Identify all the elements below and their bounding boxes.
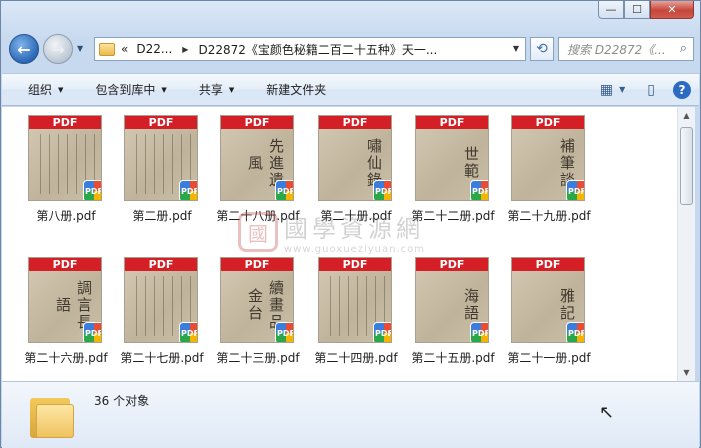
pdf-label: PDF — [125, 116, 197, 129]
file-item[interactable]: PDF PDF 第二十七册.pdf — [102, 249, 204, 369]
scroll-thumb[interactable] — [680, 127, 693, 205]
pdf-thumbnail: PDF PDF — [28, 115, 102, 201]
vertical-scrollbar[interactable]: ▲ ▼ — [677, 107, 695, 381]
chevron-down-icon: ▼ — [161, 85, 167, 94]
explorer-window: — ☐ ✕ ← → ▼ « D22... ▶ D22872《宝颜色秘籍二百二十五… — [0, 0, 701, 448]
pdf-app-icon: PDF — [275, 180, 293, 200]
new-folder-label: 新建文件夹 — [266, 83, 327, 97]
watermark-name: 國學資源網 — [284, 215, 424, 243]
chevron-down-icon: ▼ — [228, 85, 235, 94]
pdf-app-icon: PDF — [179, 180, 197, 200]
pdf-label: PDF — [125, 258, 197, 271]
pdf-thumbnail: PDF 續畫品 金台 PDF — [220, 257, 294, 343]
pdf-app-icon: PDF — [566, 322, 584, 342]
file-item[interactable]: PDF 海語 PDF 第二十五册.pdf — [393, 249, 495, 369]
pdf-thumbnail: PDF PDF — [318, 257, 392, 343]
chevron-down-icon: ▼ — [58, 85, 64, 94]
pdf-app-icon: PDF — [566, 180, 584, 200]
include-in-library-menu[interactable]: 包含到库中 ▼ — [75, 74, 178, 105]
watermark: 國 國學資源網 www.guoxueziyuan.com — [238, 209, 425, 255]
maximize-button[interactable]: ☐ — [624, 1, 650, 19]
watermark-url: www.guoxueziyuan.com — [284, 244, 425, 255]
pdf-label: PDF — [512, 116, 584, 129]
watermark-seal-icon: 國 — [238, 212, 278, 252]
file-item[interactable]: PDF 續畫品 金台 PDF 第二十三册.pdf — [198, 249, 300, 369]
pdf-thumbnail: PDF 海語 PDF — [415, 257, 489, 343]
pdf-label: PDF — [221, 258, 293, 271]
forward-button[interactable]: → — [43, 34, 73, 64]
minimize-button[interactable]: — — [598, 1, 624, 19]
scroll-up-icon[interactable]: ▲ — [678, 107, 695, 124]
pdf-label: PDF — [416, 116, 488, 129]
new-folder-button[interactable]: 新建文件夹 — [246, 74, 338, 105]
caption-buttons: — ☐ ✕ — [598, 1, 694, 19]
address-overflow-chevron[interactable]: « — [121, 42, 128, 56]
mouse-cursor-icon: ↖ — [599, 402, 615, 423]
pdf-thumbnail: PDF 調言長語 PDF — [28, 257, 102, 343]
file-item[interactable]: PDF 調言長語 PDF 第二十六册.pdf — [6, 249, 108, 369]
pdf-app-icon: PDF — [83, 180, 101, 200]
file-name: 第二十九册.pdf — [507, 209, 591, 223]
pdf-label: PDF — [221, 116, 293, 129]
pdf-app-icon: PDF — [179, 322, 197, 342]
pdf-thumbnail: PDF 世範 PDF — [415, 115, 489, 201]
address-dropdown-icon[interactable]: ▼ — [513, 44, 519, 53]
scroll-down-icon[interactable]: ▼ — [678, 364, 695, 381]
refresh-button[interactable]: ⟲ — [530, 37, 554, 61]
recent-pages-chevron-icon[interactable]: ▼ — [77, 44, 83, 53]
pdf-label: PDF — [319, 116, 391, 129]
folder-icon — [99, 42, 115, 56]
pdf-label: PDF — [416, 258, 488, 271]
change-view-icon[interactable]: ▦ — [600, 82, 613, 98]
search-input[interactable]: 搜索 D22872《... ⌕ — [558, 37, 694, 61]
help-icon[interactable]: ? — [673, 80, 691, 99]
search-placeholder: 搜索 D22872《... — [567, 42, 666, 57]
pdf-app-icon: PDF — [83, 322, 101, 342]
file-name: 第二十一册.pdf — [507, 351, 591, 365]
breadcrumb-parent[interactable]: D22... — [136, 42, 172, 56]
pdf-thumbnail: PDF 補筆談 PDF — [511, 115, 585, 201]
pdf-app-icon: PDF — [373, 180, 391, 200]
folder-icon — [30, 394, 76, 438]
item-count: 36 个对象 — [94, 394, 150, 408]
pdf-thumbnail: PDF PDF — [124, 115, 198, 201]
details-pane: 36 个对象 ↖ — [2, 381, 699, 448]
organize-label: 组织 — [28, 83, 53, 97]
organize-menu[interactable]: 组织 ▼ — [2, 74, 75, 105]
include-in-library-label: 包含到库中 — [95, 83, 156, 97]
file-list: PDF PDF 第八册.pdf PDF PDF 第二册.pdf PDF 先進遺風 PDF 第二十八… — [2, 107, 677, 381]
share-label: 共享 — [198, 83, 223, 97]
command-bar: 组织 ▼ 包含到库中 ▼ 共享 ▼ 新建文件夹 ▦ ▼ ▯ ? — [2, 73, 699, 106]
pdf-thumbnail: PDF 先進遺風 PDF — [220, 115, 294, 201]
pdf-app-icon: PDF — [470, 322, 488, 342]
navigation-bar: ← → ▼ « D22... ▶ D22872《宝颜色秘籍二百二十五种》天一..… — [9, 34, 694, 64]
share-menu[interactable]: 共享 ▼ — [179, 74, 246, 105]
preview-pane-icon[interactable]: ▯ — [647, 82, 655, 98]
close-button[interactable]: ✕ — [650, 1, 694, 19]
pdf-app-icon: PDF — [275, 322, 293, 342]
pdf-label: PDF — [319, 258, 391, 271]
pdf-thumbnail: PDF PDF — [124, 257, 198, 343]
file-item[interactable]: PDF PDF 第二册.pdf — [102, 107, 198, 227]
address-bar[interactable]: « D22... ▶ D22872《宝颜色秘籍二百二十五种》天一... ▼ — [94, 37, 526, 61]
pdf-thumbnail: PDF 雅記 PDF — [511, 257, 585, 343]
file-item[interactable]: PDF PDF 第八册.pdf — [6, 107, 102, 227]
pdf-app-icon: PDF — [470, 180, 488, 200]
toolbar-right: ▦ ▼ ▯ ? — [586, 74, 691, 105]
search-icon[interactable]: ⌕ — [680, 41, 687, 56]
file-item[interactable]: PDF 雅記 PDF 第二十一册.pdf — [489, 249, 591, 369]
pdf-label: PDF — [512, 258, 584, 271]
breadcrumb-current[interactable]: D22872《宝颜色秘籍二百二十五种》天一... — [198, 41, 437, 58]
breadcrumb-separator-icon[interactable]: ▶ — [182, 45, 188, 54]
file-item[interactable]: PDF 補筆談 PDF 第二十九册.pdf — [489, 107, 591, 227]
file-item[interactable]: PDF PDF 第二十四册.pdf — [296, 249, 398, 369]
back-button[interactable]: ← — [9, 34, 39, 64]
pdf-app-icon: PDF — [373, 322, 391, 342]
pdf-label: PDF — [29, 258, 101, 271]
pdf-thumbnail: PDF 嘯仙錄 PDF — [318, 115, 392, 201]
pdf-label: PDF — [29, 116, 101, 129]
view-options-chevron-icon[interactable]: ▼ — [619, 85, 625, 94]
